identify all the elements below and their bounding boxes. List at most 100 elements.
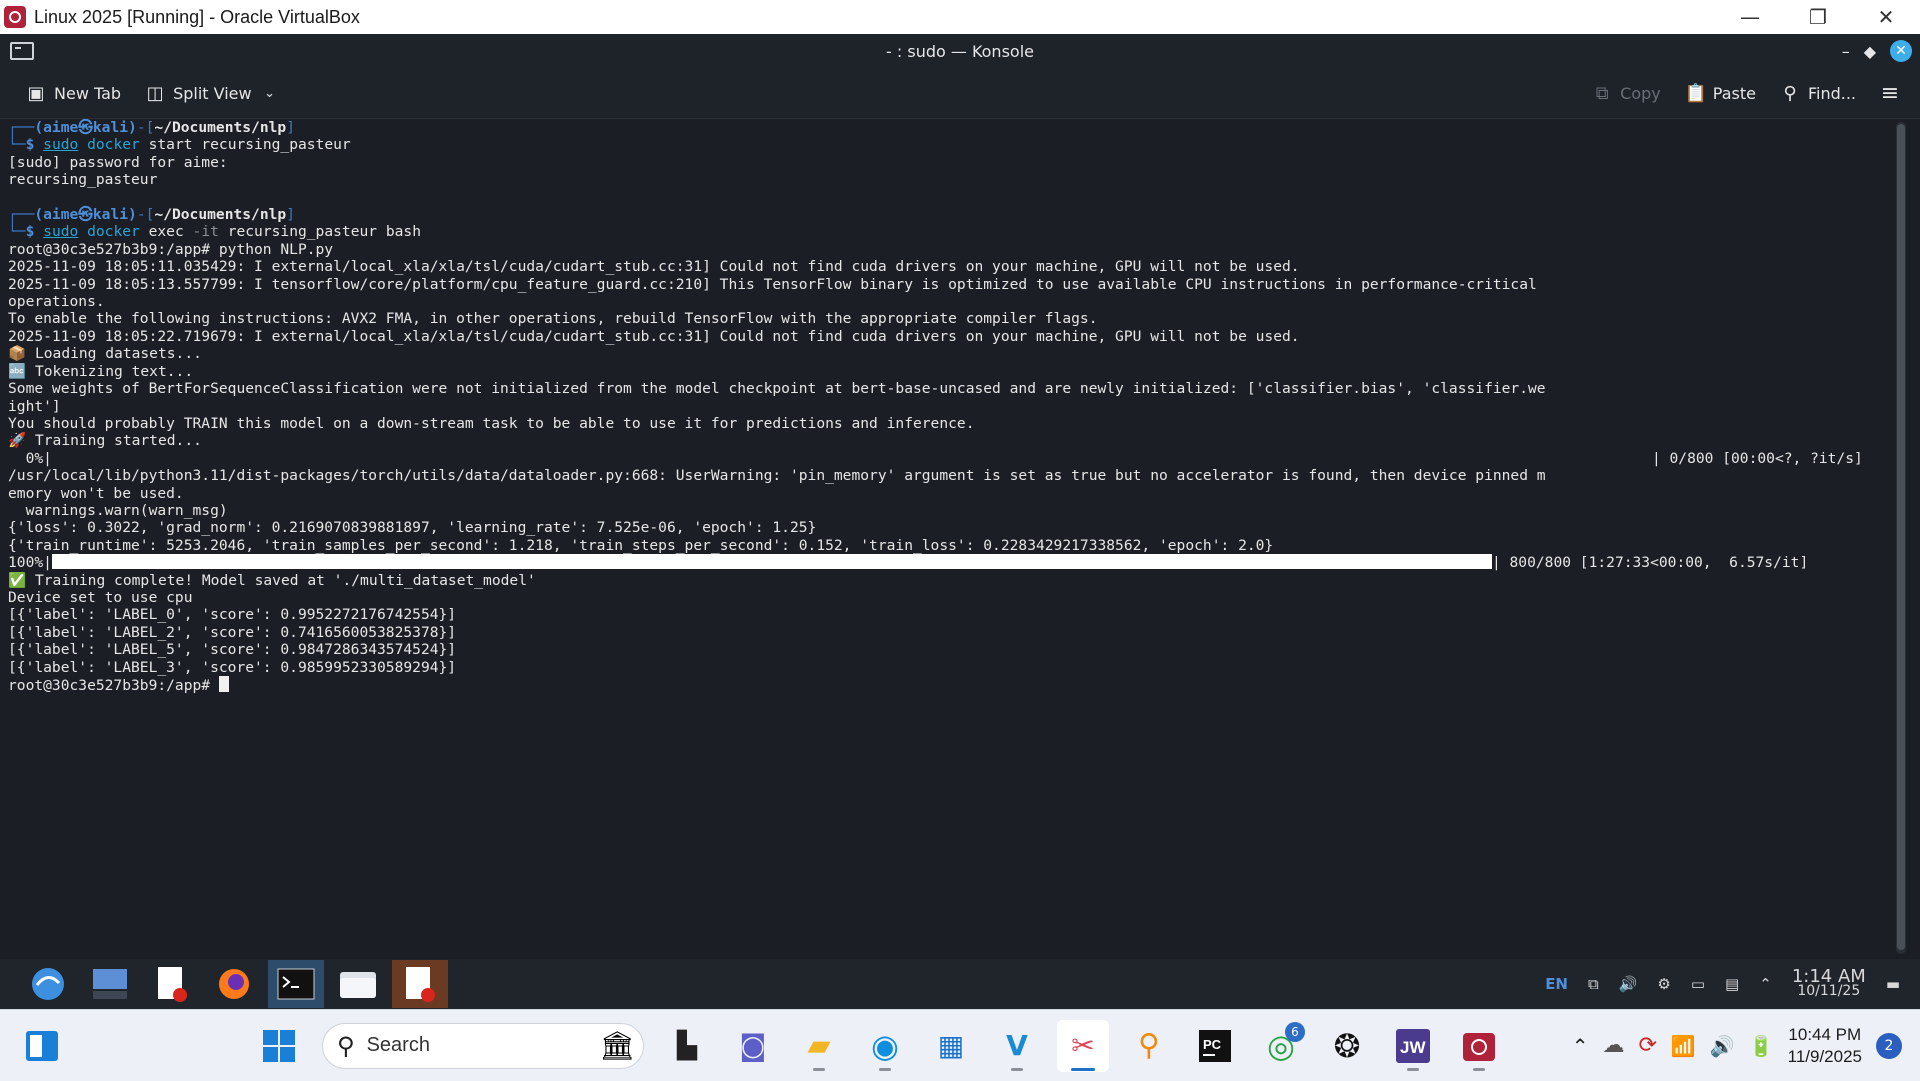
terminal-line: warnings.warn(warn_msg) <box>8 501 228 519</box>
edge-browser-icon: ◉ <box>871 1026 899 1065</box>
volume-icon[interactable]: 🔊 <box>1710 1034 1735 1058</box>
windows-taskbar: ⚲ Search 🏛 ▙ ◙ ▰ ◉ ▦ V ✂ ⚲ PC ◎ 6 ❂ JW ⌃ … <box>0 1009 1920 1081</box>
show-desktop-icon[interactable]: ▬ <box>1886 975 1900 993</box>
search-everything-button[interactable]: ⚲ <box>1123 1020 1175 1072</box>
firefox-button[interactable] <box>206 960 262 1008</box>
kde-menu-icon <box>32 968 64 1000</box>
terminal-line: 2025-11-09 18:05:13.557799: I tensorflow… <box>8 275 1537 293</box>
virtualbox-logo-icon <box>4 6 26 28</box>
minimize-icon[interactable]: – <box>1842 42 1850 61</box>
terminal-line: [sudo] password for aime: <box>8 153 228 171</box>
terminal-icon <box>277 968 315 1000</box>
svg-text:PC: PC <box>1203 1037 1222 1052</box>
snipping-tool-button[interactable]: ✂ <box>1057 1019 1109 1072</box>
close-icon[interactable]: ✕ <box>1890 40 1912 62</box>
onedrive-icon[interactable]: ☁ <box>1602 1033 1624 1058</box>
file-explorer-button[interactable]: ▰ <box>793 1020 845 1072</box>
keyboard-layout[interactable]: EN <box>1545 975 1568 993</box>
wifi-icon[interactable]: 📶 <box>1671 1034 1696 1058</box>
copy-button[interactable]: ⧉ Copy <box>1580 73 1673 113</box>
terminal-line: To enable the following instructions: AV… <box>8 310 1098 328</box>
storage-icon[interactable]: ▤ <box>1725 975 1739 993</box>
sync-icon[interactable]: ⟳ <box>1638 1033 1656 1058</box>
hamburger-menu-button[interactable]: ≡ <box>1868 73 1912 113</box>
kde-menu-button[interactable] <box>20 960 76 1008</box>
paste-label: Paste <box>1712 83 1756 103</box>
snipping-tool-icon: ✂ <box>1071 1029 1095 1062</box>
terminal-line: operations. <box>8 293 105 311</box>
clipboard-icon[interactable]: ⧉ <box>1588 975 1599 993</box>
search-highlight-icon: 🏛 <box>599 1029 635 1062</box>
progress-bar <box>51 554 1492 570</box>
file-manager-button[interactable] <box>330 960 386 1008</box>
pycharm-button[interactable]: PC <box>1189 1020 1241 1072</box>
find-button[interactable]: ⚲ Find... <box>1768 73 1868 113</box>
guest-system-tray: EN ⧉ 🔊 ⚙ ▭ ▤ ⌃ 1:14 AM 10/11/25 ▬ <box>1545 968 1900 999</box>
desktop-icon <box>93 969 127 999</box>
terminal-line: /usr/local/lib/python3.11/dist-packages/… <box>8 467 1546 485</box>
terminal-line: [{'label': 'LABEL_0', 'score': 0.9952272… <box>8 606 457 624</box>
split-view-button[interactable]: ◫ Split View ⌄ <box>133 73 292 113</box>
battery-icon[interactable]: 🔋 <box>1749 1034 1774 1058</box>
terminal-line: You should probably TRAIN this model on … <box>8 414 975 432</box>
settings-icon[interactable]: ⚙ <box>1657 975 1670 993</box>
terminal-line: Some weights of BertForSequenceClassific… <box>8 380 1546 398</box>
jw-button[interactable]: JW <box>1387 1020 1439 1072</box>
progress-line-start: 0%| | 0/800 [00:00<?, ?it/s] <box>8 449 1863 467</box>
chat-button[interactable]: ◙ <box>727 1020 779 1072</box>
toolbar-right-group: ⧉ Copy 📋 Paste ⚲ Find... ≡ <box>1580 73 1920 113</box>
close-icon[interactable]: ✕ <box>1852 0 1920 34</box>
terminal-line: [{'label': 'LABEL_2', 'score': 0.7416560… <box>8 623 457 641</box>
restore-icon[interactable]: ❐ <box>1784 0 1852 34</box>
chevron-up-icon[interactable]: ⌃ <box>1759 975 1772 993</box>
widgets-button[interactable] <box>16 1020 68 1072</box>
minimize-icon[interactable]: — <box>1716 0 1784 34</box>
konsole-app-icon[interactable] <box>10 42 34 60</box>
vscode-button[interactable]: V <box>991 1020 1043 1072</box>
terminal-view[interactable]: ┌──(aime㉿kali)-[~/Documents/nlp] └─$ sud… <box>0 119 1890 959</box>
maximize-icon[interactable]: ◆ <box>1864 42 1876 61</box>
firefox-icon <box>219 969 249 999</box>
store-button[interactable]: ▦ <box>925 1020 977 1072</box>
chevron-up-icon[interactable]: ⌃ <box>1572 1034 1589 1058</box>
host-window-titlebar: Linux 2025 [Running] - Oracle VirtualBox… <box>0 0 1920 34</box>
start-button[interactable] <box>253 1020 305 1072</box>
search-icon: ⚲ <box>337 1031 355 1060</box>
terminal-button[interactable] <box>268 960 324 1008</box>
volume-icon[interactable]: 🔊 <box>1619 975 1638 993</box>
windows-clock[interactable]: 10:44 PM 11/9/2025 <box>1788 1024 1862 1068</box>
display-icon[interactable]: ▭ <box>1691 975 1705 993</box>
host-window-controls: — ❐ ✕ <box>1716 0 1920 34</box>
task-view-button[interactable]: ▙ <box>661 1020 713 1072</box>
find-label: Find... <box>1807 83 1856 103</box>
windows-start-icon <box>263 1029 295 1062</box>
taskbar-search-box[interactable]: ⚲ Search 🏛 <box>322 1022 644 1069</box>
text-editor-icon <box>158 967 187 1002</box>
text-editor-button-active[interactable] <box>392 960 448 1008</box>
terminal-output: ┌──(aime㉿kali)-[~/Documents/nlp] └─$ sud… <box>8 119 1863 694</box>
chatgpt-button[interactable]: ❂ <box>1321 1020 1373 1072</box>
terminal-line: [{'label': 'LABEL_5', 'score': 0.9847286… <box>8 641 457 659</box>
konsole-titlebar: - : sudo — Konsole – ◆ ✕ <box>0 34 1920 68</box>
konsole-toolbar: ▣ New Tab ◫ Split View ⌄ ⧉ Copy 📋 Paste … <box>0 68 1920 119</box>
terminal-line: 2025-11-09 18:05:22.719679: I external/l… <box>8 327 1300 345</box>
command-line: start recursing_pasteur <box>139 136 351 154</box>
text-editor-button[interactable] <box>144 960 200 1008</box>
search-label: Search <box>366 1034 430 1056</box>
new-tab-button[interactable]: ▣ New Tab <box>14 73 133 113</box>
guest-clock[interactable]: 1:14 AM 10/11/25 <box>1792 968 1866 999</box>
final-prompt: root@30c3e527b3b9:/app# <box>8 677 219 694</box>
jw-app-icon: JW <box>1396 1028 1430 1063</box>
terminal-line: emory won't be used. <box>8 484 184 502</box>
chevron-down-icon: ⌄ <box>264 85 276 101</box>
konsole-window-controls: – ◆ ✕ <box>1842 40 1912 62</box>
virtualbox-button[interactable] <box>1453 1020 1505 1072</box>
edge-button[interactable]: ◉ <box>859 1020 911 1072</box>
scrollbar-thumb[interactable] <box>1897 124 1905 950</box>
whatsapp-button[interactable]: ◎ 6 <box>1255 1020 1307 1072</box>
notification-badge[interactable]: 2 <box>1876 1032 1902 1059</box>
desktop-button[interactable] <box>82 960 138 1008</box>
paste-button[interactable]: 📋 Paste <box>1673 73 1768 113</box>
terminal-line: 🔤 Tokenizing text... <box>8 362 194 380</box>
terminal-scrollbar[interactable] <box>1896 122 1906 954</box>
